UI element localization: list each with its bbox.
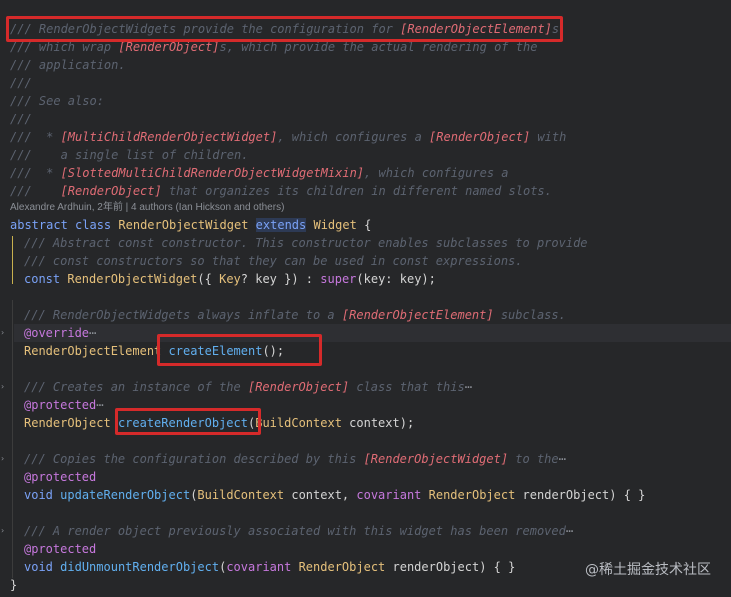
type-name[interactable]: RenderObject	[24, 416, 111, 430]
annotation-protected-1: @protected⋯	[24, 396, 103, 414]
doc-comment: , which configures a	[364, 166, 509, 180]
method-name[interactable]: updateRenderObject	[60, 488, 190, 502]
doc-reference[interactable]: [RenderObjectWidget]	[364, 452, 509, 466]
doc-comment: /// *	[10, 166, 61, 180]
doc-reference[interactable]: [MultiChildRenderObjectWidget]	[61, 130, 278, 144]
did-unmount-render-object-line: void didUnmountRenderObject(covariant Re…	[24, 558, 515, 576]
fold-chevron-icon[interactable]: ›	[1, 522, 9, 540]
doc-comment: with	[530, 130, 567, 144]
doc-reference[interactable]: [RenderObject]	[118, 40, 219, 54]
code-line-create-doc: /// Creates an instance of the [RenderOb…	[24, 378, 472, 396]
highlight-box-create-element	[157, 334, 322, 366]
code-line-7: /// * [MultiChildRenderObjectWidget], wh…	[10, 128, 566, 146]
type-name[interactable]: RenderObjectElement	[24, 344, 161, 358]
fold-chevron-icon[interactable]: ›	[1, 324, 9, 342]
type-name[interactable]: RenderObject	[291, 560, 386, 574]
indent-guide	[12, 300, 13, 578]
punctuation: context,	[284, 488, 357, 502]
code-editor[interactable]: /// RenderObjectWidgets provide the conf…	[0, 0, 731, 597]
code-line-ctor-doc-1: /// Abstract const constructor. This con…	[24, 236, 588, 250]
fold-ellipsis-icon[interactable]: ⋯	[559, 452, 566, 466]
keyword: extends	[255, 218, 307, 232]
indent-guide	[12, 236, 13, 284]
doc-comment: /// which wrap	[10, 40, 119, 54]
type-name[interactable]: RenderObject	[421, 488, 516, 502]
doc-comment: class that this	[349, 380, 465, 394]
punctuation: context);	[341, 416, 415, 430]
code-line-unmount-doc: /// A render object previously associate…	[24, 522, 573, 540]
annotation: @override	[24, 326, 90, 340]
doc-comment: , which configures a	[277, 130, 430, 144]
fold-chevron-icon[interactable]: ›	[1, 378, 9, 396]
doc-comment: /// Copies the configuration described b…	[24, 452, 364, 466]
doc-comment: s, which provide the actual rendering of…	[219, 40, 538, 54]
punctuation: renderObject) { }	[385, 560, 516, 574]
punctuation: ? key }) :	[240, 272, 321, 286]
doc-comment: /// Creates an instance of the	[24, 380, 248, 394]
code-line-inflate-doc: /// RenderObjectWidgets always inflate t…	[24, 306, 566, 324]
type-name[interactable]: BuildContext	[197, 488, 284, 502]
annotation-protected-2: @protected	[24, 468, 96, 486]
annotation: @protected	[24, 470, 97, 484]
doc-comment: that organizes its children in different…	[161, 184, 552, 198]
fold-ellipsis-icon[interactable]: ⋯	[566, 524, 573, 538]
doc-reference[interactable]: [RenderObject]	[61, 184, 162, 198]
update-render-object-line: void updateRenderObject(BuildContext con…	[24, 486, 645, 504]
fold-ellipsis-icon[interactable]: ⋯	[96, 398, 103, 412]
method-name[interactable]: didUnmountRenderObject	[60, 560, 219, 574]
keyword: abstract	[10, 218, 68, 232]
annotation: @protected	[24, 398, 97, 412]
watermark: @稀土掘金技术社区	[585, 562, 711, 578]
keyword: void	[24, 488, 53, 502]
annotation-protected-3: @protected	[24, 540, 96, 558]
constructor-name[interactable]: RenderObjectWidget	[67, 272, 197, 286]
brace: {	[364, 218, 372, 232]
annotation-override: @override⋯	[24, 324, 96, 342]
keyword: covariant	[226, 560, 292, 574]
keyword: super	[320, 272, 357, 286]
punctuation: ({	[197, 272, 220, 286]
code-line-9: /// * [SlottedMultiChildRenderObjectWidg…	[10, 164, 509, 182]
git-blame-annotation[interactable]: Alexandre Ardhuin, 2年前 | 4 authors (Ian …	[10, 201, 284, 215]
punctuation: (key: key);	[356, 272, 436, 286]
type-name[interactable]: Key	[219, 272, 241, 286]
code-line-3: /// application.	[10, 58, 126, 72]
closing-brace: }	[10, 578, 18, 592]
doc-reference[interactable]: [RenderObject]	[429, 130, 530, 144]
class-declaration: abstract class RenderObjectWidget extend…	[10, 216, 371, 234]
keyword: covariant	[356, 488, 422, 502]
keyword: class	[75, 218, 112, 232]
code-line-5: /// See also:	[10, 94, 104, 108]
code-line-6: ///	[10, 112, 32, 126]
highlight-box-doc-line	[6, 16, 563, 42]
annotation: @protected	[24, 542, 97, 556]
fold-ellipsis-icon[interactable]: ⋯	[89, 326, 96, 340]
type-name[interactable]: BuildContext	[255, 416, 342, 430]
doc-comment: subclass.	[493, 308, 566, 322]
top-border	[0, 0, 731, 4]
fold-chevron-icon[interactable]: ›	[1, 450, 9, 468]
code-line-update-doc: /// Copies the configuration described b…	[24, 450, 566, 468]
code-line-8: /// a single list of children.	[10, 148, 249, 162]
doc-comment: ///	[10, 184, 61, 198]
punctuation: renderObject) { }	[515, 488, 646, 502]
doc-comment: /// *	[10, 130, 61, 144]
fold-ellipsis-icon[interactable]: ⋯	[465, 380, 472, 394]
doc-comment: /// RenderObjectWidgets always inflate t…	[24, 308, 342, 322]
line-highlight	[14, 324, 731, 342]
keyword: const	[24, 272, 61, 286]
doc-reference[interactable]: [RenderObjectElement]	[342, 308, 494, 322]
keyword: void	[24, 560, 53, 574]
doc-reference[interactable]: [RenderObject]	[248, 380, 349, 394]
highlight-box-create-render-object	[115, 408, 261, 435]
constructor-line: const RenderObjectWidget({ Key? key }) :…	[24, 270, 436, 288]
doc-comment: /// A render object previously associate…	[24, 524, 566, 538]
doc-reference[interactable]: [SlottedMultiChildRenderObjectWidgetMixi…	[61, 166, 364, 180]
doc-comment: to the	[508, 452, 559, 466]
superclass-name[interactable]: Widget	[313, 218, 356, 232]
code-line-4: ///	[10, 76, 32, 90]
code-line-10: /// [RenderObject] that organizes its ch…	[10, 182, 552, 200]
class-name[interactable]: RenderObjectWidget	[118, 218, 248, 232]
code-line-ctor-doc-2: /// const constructors so that they can …	[24, 254, 523, 268]
